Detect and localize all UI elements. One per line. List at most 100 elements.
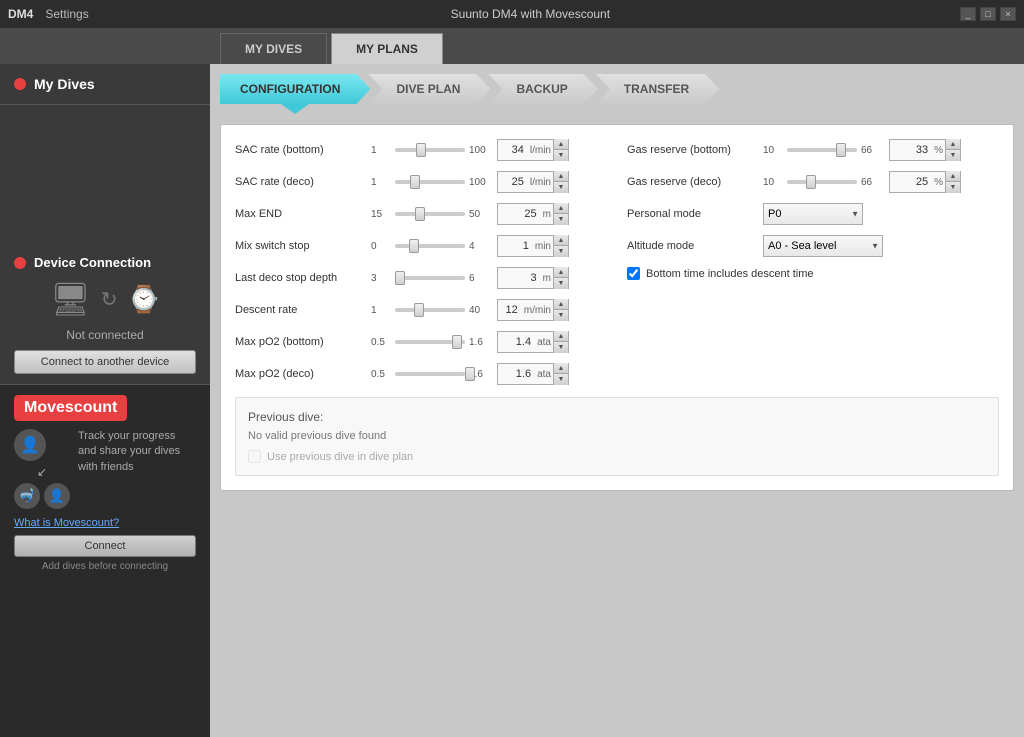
altitude-mode-select[interactable]: A0 - Sea level A1 A2 [763,235,883,257]
gas-reserve-bottom-down[interactable]: ▼ [946,150,960,161]
pO2-bottom-spinners[interactable]: ▲ ▼ [553,331,568,353]
max-end-track[interactable] [395,212,465,216]
connect-another-device-button[interactable]: Connect to another device [14,350,196,374]
gas-reserve-bottom-input[interactable]: 33 % ▲ ▼ [889,139,961,161]
param-last-deco: Last deco stop depth 3 6 3 m [235,267,607,289]
gas-reserve-deco-spinners[interactable]: ▲ ▼ [945,171,960,193]
param-pO2-bottom: Max pO2 (bottom) 0.5 1.6 1.4 ata [235,331,607,353]
mix-switch-spinners[interactable]: ▲ ▼ [553,235,568,257]
pO2-bottom-track[interactable] [395,340,465,344]
descent-rate-input[interactable]: 12 m/min ▲ ▼ [497,299,569,321]
person-icon: 👤 [14,429,46,461]
last-deco-track[interactable] [395,276,465,280]
gas-reserve-bottom-slider[interactable]: 10 66 [763,145,883,156]
last-deco-down[interactable]: ▼ [554,278,568,289]
mix-switch-slider[interactable]: 0 4 [371,241,491,252]
gas-reserve-bottom-thumb[interactable] [836,143,846,157]
descent-rate-down[interactable]: ▼ [554,310,568,321]
gas-reserve-deco-up[interactable]: ▲ [946,171,960,182]
max-end-thumb[interactable] [415,207,425,221]
sac-bottom-spinners[interactable]: ▲ ▼ [553,139,568,161]
last-deco-thumb[interactable] [395,271,405,285]
max-end-spinners[interactable]: ▲ ▼ [553,203,568,225]
close-btn[interactable]: × [1000,7,1016,21]
pO2-deco-slider[interactable]: 0.5 1.6 [371,369,491,380]
pO2-bottom-thumb[interactable] [452,335,462,349]
param-max-end: Max END 15 50 25 m ▲ [235,203,607,225]
mix-switch-down[interactable]: ▼ [554,246,568,257]
tab-dive-plan[interactable]: DIVE PLAN [368,74,490,104]
sac-deco-input[interactable]: 25 l/min ▲ ▼ [497,171,569,193]
sidebar: My Dives Device Connection 🖥 ↻ ⌚ Not con… [0,64,210,737]
last-deco-spinners[interactable]: ▲ ▼ [553,267,568,289]
title-bar: DM4 Settings Suunto DM4 with Movescount … [0,0,1024,28]
pO2-deco-input[interactable]: 1.6 ata ▲ ▼ [497,363,569,385]
pO2-bottom-input[interactable]: 1.4 ata ▲ ▼ [497,331,569,353]
sac-deco-up[interactable]: ▲ [554,171,568,182]
max-end-down[interactable]: ▼ [554,214,568,225]
pO2-deco-track[interactable] [395,372,465,376]
minimize-btn[interactable]: _ [960,7,976,21]
pO2-bottom-slider[interactable]: 0.5 1.6 [371,337,491,348]
tab-backup[interactable]: BACKUP [488,74,597,104]
max-end-up[interactable]: ▲ [554,203,568,214]
pO2-deco-down[interactable]: ▼ [554,374,568,385]
descent-rate-spinners[interactable]: ▲ ▼ [553,299,568,321]
param-sac-bottom: SAC rate (bottom) 1 100 34 l/min [235,139,607,161]
max-end-label: Max END [235,208,365,220]
tab-transfer[interactable]: TRANSFER [596,74,719,104]
what-is-movescount-link[interactable]: What is Movescount? [14,517,196,529]
descent-rate-slider[interactable]: 1 40 [371,305,491,316]
icon-row: 🤿 👤 [14,483,70,509]
descent-rate-up[interactable]: ▲ [554,299,568,310]
sac-bottom-down[interactable]: ▼ [554,150,568,161]
gas-reserve-bottom-up[interactable]: ▲ [946,139,960,150]
mix-switch-track[interactable] [395,244,465,248]
sac-deco-track[interactable] [395,180,465,184]
pO2-bottom-up[interactable]: ▲ [554,331,568,342]
last-deco-input[interactable]: 3 m ▲ ▼ [497,267,569,289]
sac-deco-slider[interactable]: 1 100 [371,177,491,188]
gas-reserve-deco-track[interactable] [787,180,857,184]
personal-mode-select-wrapper[interactable]: P0 P1 P2 ▼ [763,203,863,225]
movescount-section: Movescount 👤 ↙ 🤿 👤 Track your progress a… [0,385,210,737]
sac-deco-spinners[interactable]: ▲ ▼ [553,171,568,193]
descent-rate-thumb[interactable] [414,303,424,317]
pO2-deco-spinners[interactable]: ▲ ▼ [553,363,568,385]
sac-bottom-track[interactable] [395,148,465,152]
sac-bottom-thumb[interactable] [416,143,426,157]
mix-switch-up[interactable]: ▲ [554,235,568,246]
settings-menu[interactable]: Settings [45,7,88,21]
sac-deco-down[interactable]: ▼ [554,182,568,193]
pO2-bottom-down[interactable]: ▼ [554,342,568,353]
gas-reserve-deco-thumb[interactable] [806,175,816,189]
personal-mode-select[interactable]: P0 P1 P2 [763,203,863,225]
sac-bottom-input[interactable]: 34 l/min ▲ ▼ [497,139,569,161]
altitude-mode-select-wrapper[interactable]: A0 - Sea level A1 A2 ▼ [763,235,883,257]
mix-switch-thumb[interactable] [409,239,419,253]
movescount-connect-button[interactable]: Connect [14,535,196,557]
gas-reserve-deco-down[interactable]: ▼ [946,182,960,193]
tab-configuration[interactable]: CONFIGURATION [220,74,370,104]
device-connection-header: Device Connection [14,255,196,270]
last-deco-slider[interactable]: 3 6 [371,273,491,284]
pO2-deco-thumb[interactable] [465,367,475,381]
gas-reserve-bottom-spinners[interactable]: ▲ ▼ [945,139,960,161]
max-end-input[interactable]: 25 m ▲ ▼ [497,203,569,225]
gas-reserve-bottom-track[interactable] [787,148,857,152]
bottom-time-checkbox[interactable] [627,267,640,280]
sac-deco-thumb[interactable] [410,175,420,189]
max-end-slider[interactable]: 15 50 [371,209,491,220]
maximize-btn[interactable]: □ [980,7,996,21]
last-deco-up[interactable]: ▲ [554,267,568,278]
sac-bottom-up[interactable]: ▲ [554,139,568,150]
mix-switch-input[interactable]: 1 min ▲ ▼ [497,235,569,257]
tab-my-plans[interactable]: MY PLANS [331,33,443,64]
pO2-deco-up[interactable]: ▲ [554,363,568,374]
tab-my-dives[interactable]: MY DIVES [220,33,327,64]
sync-arrow-icon: ↻ [101,287,118,312]
descent-rate-track[interactable] [395,308,465,312]
gas-reserve-deco-input[interactable]: 25 % ▲ ▼ [889,171,961,193]
gas-reserve-deco-slider[interactable]: 10 66 [763,177,883,188]
sac-bottom-slider[interactable]: 1 100 [371,145,491,156]
